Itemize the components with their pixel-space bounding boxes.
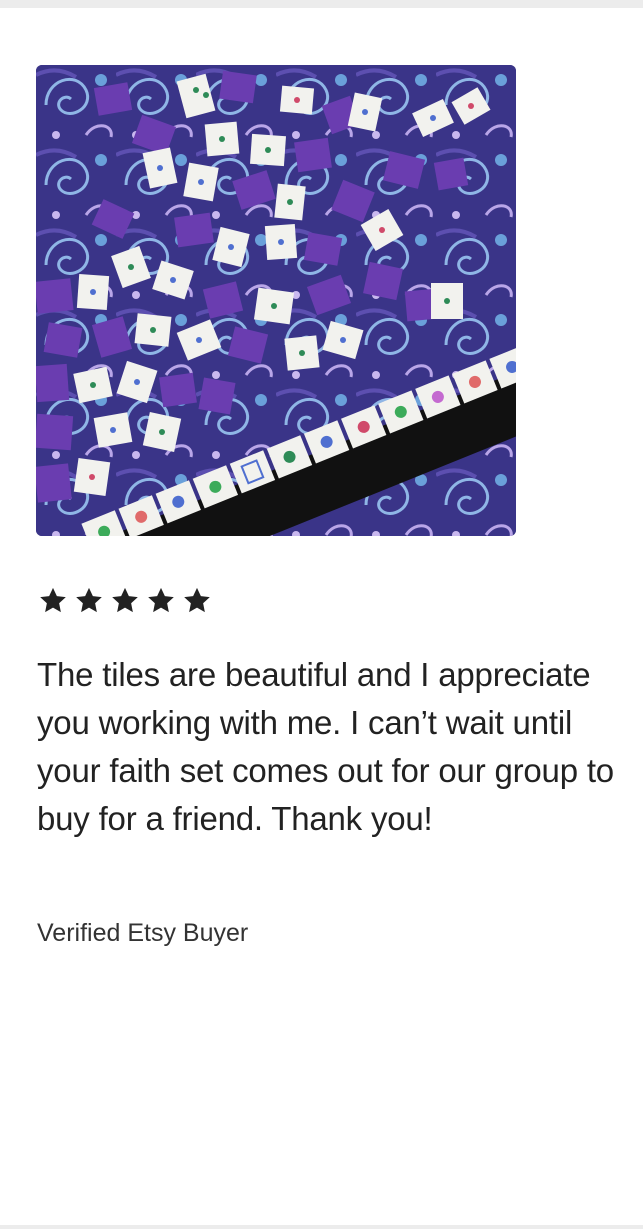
star-icon — [184, 587, 210, 613]
reviewer-name: Verified Etsy Buyer — [37, 919, 249, 947]
top-divider — [0, 0, 643, 8]
review-text: The tiles are beautiful and I appreciate… — [37, 656, 614, 837]
review-photo[interactable] — [36, 65, 516, 536]
star-icon — [76, 587, 102, 613]
mahjong-tiles-photo-icon — [36, 65, 516, 536]
bottom-divider — [0, 1225, 643, 1229]
star-icon — [40, 587, 66, 613]
star-icon — [112, 587, 138, 613]
star-icon — [148, 587, 174, 613]
star-rating — [37, 585, 213, 619]
